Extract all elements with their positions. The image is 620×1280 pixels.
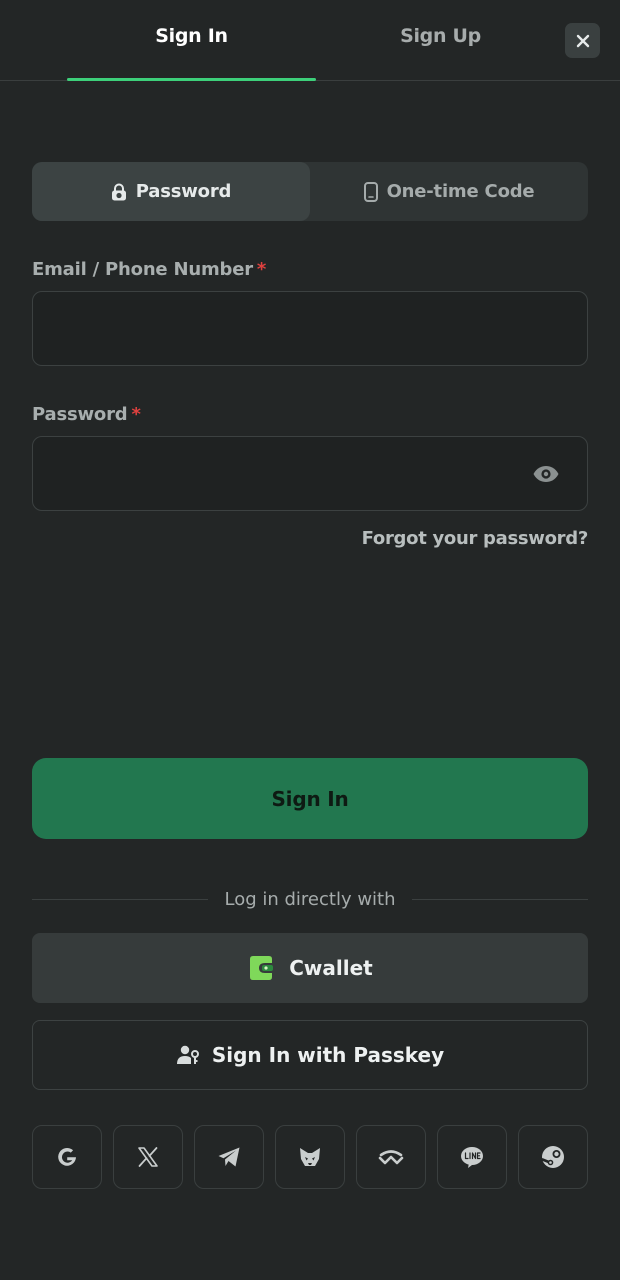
required-mark: * bbox=[131, 404, 141, 425]
tab-sign-up[interactable]: Sign Up bbox=[316, 0, 565, 81]
close-icon bbox=[576, 34, 589, 47]
cwallet-button[interactable]: Cwallet bbox=[32, 933, 588, 1003]
method-password-label: Password bbox=[135, 181, 232, 202]
passkey-icon bbox=[176, 1045, 199, 1064]
divider-line bbox=[411, 898, 588, 900]
line-login-button[interactable] bbox=[437, 1125, 507, 1189]
required-mark: * bbox=[256, 259, 267, 280]
cwallet-label: Cwallet bbox=[289, 956, 373, 980]
telegram-login-button[interactable] bbox=[194, 1125, 264, 1189]
email-label-text: Email / Phone Number bbox=[32, 259, 253, 280]
phone-icon bbox=[363, 181, 378, 202]
passkey-label: Sign In with Passkey bbox=[211, 1043, 445, 1067]
steam-login-button[interactable] bbox=[518, 1125, 588, 1189]
method-one-time-code[interactable]: One-time Code bbox=[310, 162, 588, 221]
walletconnect-icon bbox=[378, 1150, 404, 1165]
metamask-icon bbox=[300, 1148, 320, 1166]
cwallet-icon bbox=[250, 956, 274, 980]
email-phone-input[interactable] bbox=[32, 291, 588, 366]
tab-sign-up-label: Sign Up bbox=[400, 24, 481, 47]
forgot-password-link[interactable]: Forgot your password? bbox=[362, 528, 589, 549]
sign-in-button[interactable]: Sign In bbox=[32, 758, 588, 839]
walletconnect-login-button[interactable] bbox=[356, 1125, 426, 1189]
login-directly-divider: Log in directly with bbox=[32, 885, 588, 913]
eye-icon bbox=[533, 466, 559, 482]
telegram-icon bbox=[218, 1147, 240, 1167]
steam-icon bbox=[541, 1146, 564, 1168]
auth-tabbar: Sign In Sign Up bbox=[0, 0, 620, 81]
show-password-button[interactable] bbox=[530, 459, 562, 489]
google-icon bbox=[58, 1147, 76, 1166]
password-label-text: Password bbox=[32, 404, 128, 425]
email-label: Email / Phone Number * bbox=[32, 259, 266, 280]
x-login-button[interactable] bbox=[113, 1125, 183, 1189]
google-login-button[interactable] bbox=[32, 1125, 102, 1189]
method-one-time-code-label: One-time Code bbox=[386, 181, 535, 202]
tab-sign-in[interactable]: Sign In bbox=[67, 0, 316, 81]
close-button[interactable] bbox=[565, 23, 600, 58]
tab-sign-in-label: Sign In bbox=[155, 24, 228, 47]
password-input[interactable] bbox=[32, 436, 588, 511]
sign-in-button-label: Sign In bbox=[271, 786, 349, 811]
x-icon bbox=[138, 1147, 158, 1167]
signin-page: Sign In Sign Up Password One-time Code E… bbox=[0, 0, 620, 1280]
passkey-button[interactable]: Sign In with Passkey bbox=[32, 1020, 588, 1090]
password-label: Password * bbox=[32, 404, 141, 425]
method-password[interactable]: Password bbox=[32, 162, 310, 221]
divider-text: Log in directly with bbox=[224, 888, 396, 910]
login-method-switch: Password One-time Code bbox=[32, 162, 588, 221]
lock-icon bbox=[111, 183, 126, 200]
line-icon bbox=[461, 1146, 483, 1168]
metamask-login-button[interactable] bbox=[275, 1125, 345, 1189]
social-login-row bbox=[32, 1125, 588, 1189]
divider-line bbox=[32, 898, 209, 900]
